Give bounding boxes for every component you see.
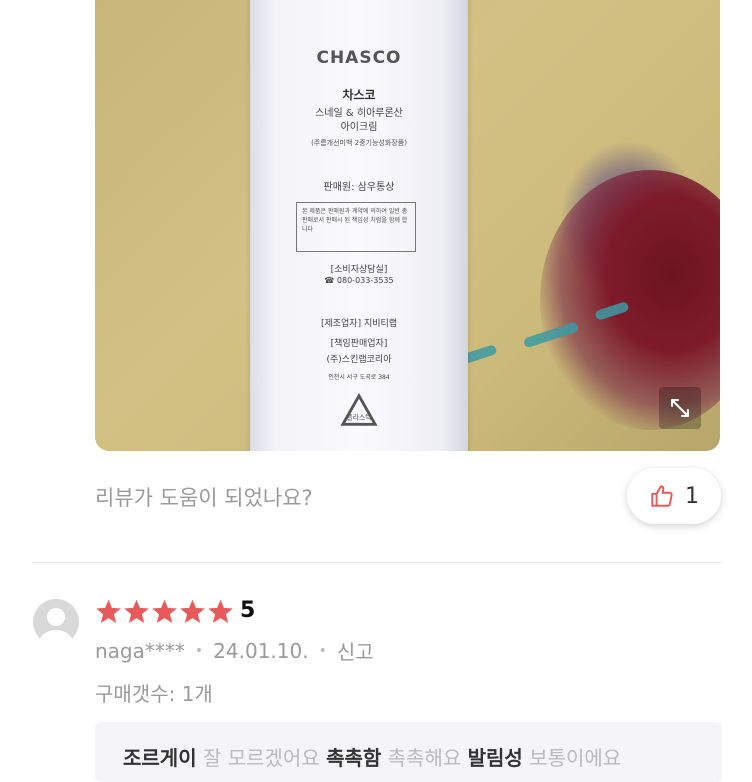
recycle-label: 플라스틱 [347,413,371,422]
attribute-value: 보통이에요 [529,746,622,770]
review-attributes: 조르게이 잘 모르겠어요 촉촉함 촉촉해요 발림성 보통이에요 [95,722,722,782]
expand-photo-button[interactable] [659,387,701,429]
report-link[interactable]: 신고 [337,636,374,665]
purchase-quantity-label: 구매갯수: [95,682,176,706]
attribute-label: 발림성 [467,746,523,770]
attribute-value: 촉촉해요 [387,746,462,770]
divider [32,562,722,563]
separator-dot: • [318,642,327,659]
review-photo[interactable]: CHASCO 차스코 스네일 & 히아루론산 아이크림 (주름개선미백 2중기능… [95,0,720,451]
star-icon [208,599,233,623]
review-date: 24.01.10. [213,638,309,663]
review-meta: naga**** • 24.01.10. • 신고 [95,636,374,665]
star-icon [180,599,205,623]
tube-address: 인천시 서구 도곡로 384 [328,374,390,381]
star-icon [124,599,149,623]
tube-product-function: (주름개선미백 2중기능성화장품) [311,139,407,147]
purchase-quantity-value: 1개 [181,682,213,706]
tube-maker: [제조업자] 지비티랩 [320,319,398,329]
purchase-quantity: 구매갯수: 1개 [95,678,213,707]
tube-consult-label: [소비자상담실] [330,265,388,275]
like-count: 1 [685,483,699,509]
star-icon [96,599,121,623]
thumbs-up-icon [651,485,673,507]
product-tube: CHASCO 차스코 스네일 & 히아루론산 아이크림 (주름개선미백 2중기능… [250,0,468,451]
tube-responsible: [책임판매업자] [330,339,388,349]
rating-score: 5 [240,598,256,623]
reviewer-name: naga**** [95,638,185,663]
separator-dot: • [194,642,204,659]
expand-icon [671,399,689,417]
attribute-value: 잘 모르겠어요 [202,746,320,770]
avatar [33,599,79,645]
recycle-icon: 플라스틱 [340,392,378,426]
attribute-label: 조르게이 [123,746,197,770]
tube-seller: 판매원: 삼우통상 [323,182,395,193]
tube-notice: 본 제품은 판매원과 계약에 의하여 일반 총 판매로서 판매시 된 책임성 처… [296,202,416,252]
tube-brand: CHASCO [316,48,402,68]
tube-product-type: 아이크림 [340,122,378,133]
star-icon [152,599,177,623]
tube-product-name: 차스코 [342,88,376,102]
attribute-list: 조르게이 잘 모르겠어요 촉촉함 촉촉해요 발림성 보통이에요 [123,742,621,771]
tube-corp: (주)스킨랩코리아 [326,355,392,365]
default-avatar-icon [39,608,73,645]
star-rating [95,598,234,625]
like-button[interactable]: 1 [627,468,721,524]
tube-product-desc: 스네일 & 히아루론산 [315,108,403,119]
helpful-question: 리뷰가 도움이 되었나요? [95,486,313,510]
attribute-label: 촉촉함 [326,746,382,770]
tube-phone: ☎ 080-033-3535 [324,276,394,285]
